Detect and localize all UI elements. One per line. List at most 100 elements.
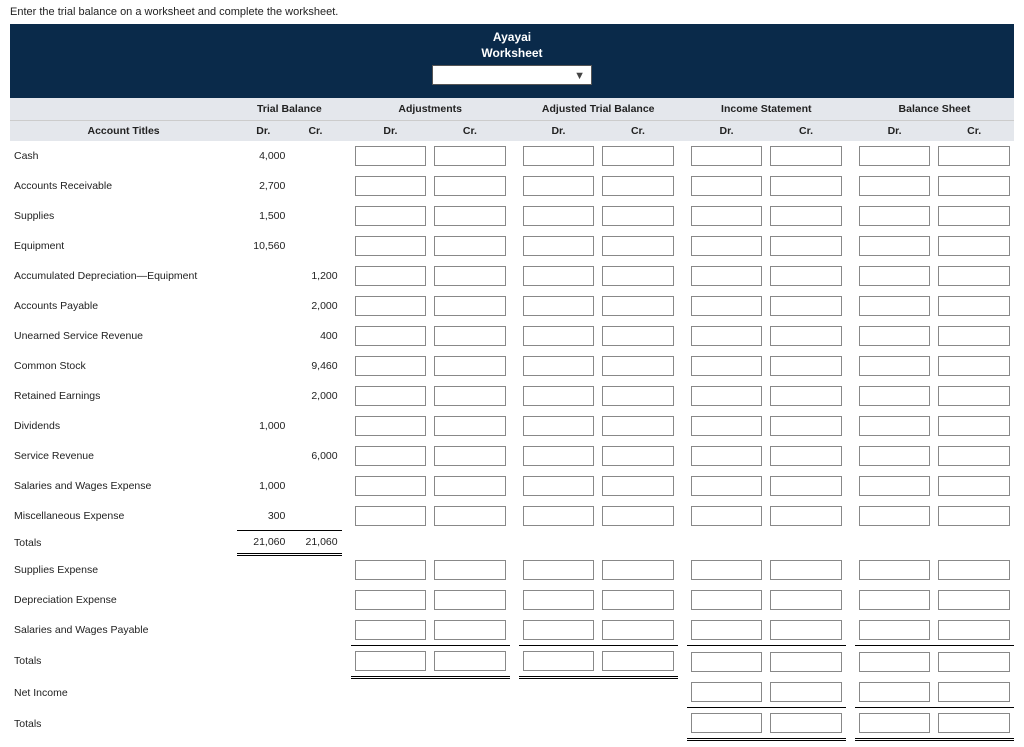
atb-cr-input[interactable] xyxy=(602,386,673,406)
atb-cr-input[interactable] xyxy=(602,356,673,376)
adj-cr-input[interactable] xyxy=(434,356,505,376)
atb-dr-input[interactable] xyxy=(523,386,594,406)
is-cr-input[interactable] xyxy=(770,206,842,226)
ni-bs-cr-input[interactable] xyxy=(938,682,1010,702)
is-cr-input[interactable] xyxy=(770,236,842,256)
bs-dr-input[interactable] xyxy=(859,266,930,286)
is-dr-input[interactable] xyxy=(691,416,762,436)
atb-dr-input[interactable] xyxy=(523,476,594,496)
totals2-adj-dr-input[interactable] xyxy=(355,651,426,671)
is-dr-input[interactable] xyxy=(691,176,762,196)
adj-cr-input[interactable] xyxy=(434,506,505,526)
totals2-is-cr-input[interactable] xyxy=(770,652,842,672)
atb-cr-input[interactable] xyxy=(602,590,673,610)
adj-cr-input[interactable] xyxy=(434,386,505,406)
is-dr-input[interactable] xyxy=(691,620,762,640)
is-dr-input[interactable] xyxy=(691,560,762,580)
is-dr-input[interactable] xyxy=(691,386,762,406)
is-cr-input[interactable] xyxy=(770,356,842,376)
bs-cr-input[interactable] xyxy=(938,476,1010,496)
bs-dr-input[interactable] xyxy=(859,296,930,316)
adj-cr-input[interactable] xyxy=(434,620,505,640)
bs-dr-input[interactable] xyxy=(859,146,930,166)
atb-dr-input[interactable] xyxy=(523,266,594,286)
ni-bs-dr-input[interactable] xyxy=(859,682,930,702)
adj-dr-input[interactable] xyxy=(355,560,426,580)
atb-dr-input[interactable] xyxy=(523,446,594,466)
bs-cr-input[interactable] xyxy=(938,416,1010,436)
adj-dr-input[interactable] xyxy=(355,386,426,406)
bs-dr-input[interactable] xyxy=(859,206,930,226)
atb-dr-input[interactable] xyxy=(523,206,594,226)
adj-cr-input[interactable] xyxy=(434,326,505,346)
atb-cr-input[interactable] xyxy=(602,620,673,640)
is-cr-input[interactable] xyxy=(770,620,842,640)
bs-cr-input[interactable] xyxy=(938,386,1010,406)
totals3-is-dr-input[interactable] xyxy=(691,713,762,733)
bs-cr-input[interactable] xyxy=(938,266,1010,286)
atb-cr-input[interactable] xyxy=(602,296,673,316)
adj-cr-input[interactable] xyxy=(434,446,505,466)
atb-cr-input[interactable] xyxy=(602,326,673,346)
is-dr-input[interactable] xyxy=(691,356,762,376)
totals3-is-cr-input[interactable] xyxy=(770,713,842,733)
adj-dr-input[interactable] xyxy=(355,620,426,640)
atb-cr-input[interactable] xyxy=(602,446,673,466)
is-dr-input[interactable] xyxy=(691,590,762,610)
adj-cr-input[interactable] xyxy=(434,476,505,496)
adj-dr-input[interactable] xyxy=(355,356,426,376)
totals3-bs-cr-input[interactable] xyxy=(938,713,1010,733)
is-cr-input[interactable] xyxy=(770,590,842,610)
is-dr-input[interactable] xyxy=(691,476,762,496)
is-dr-input[interactable] xyxy=(691,266,762,286)
adj-dr-input[interactable] xyxy=(355,296,426,316)
atb-dr-input[interactable] xyxy=(523,326,594,346)
adj-cr-input[interactable] xyxy=(434,590,505,610)
bs-cr-input[interactable] xyxy=(938,206,1010,226)
adj-dr-input[interactable] xyxy=(355,506,426,526)
bs-dr-input[interactable] xyxy=(859,356,930,376)
totals2-adj-cr-input[interactable] xyxy=(434,651,505,671)
bs-cr-input[interactable] xyxy=(938,590,1010,610)
atb-cr-input[interactable] xyxy=(602,506,673,526)
atb-cr-input[interactable] xyxy=(602,416,673,436)
totals2-is-dr-input[interactable] xyxy=(691,652,762,672)
is-cr-input[interactable] xyxy=(770,560,842,580)
is-dr-input[interactable] xyxy=(691,206,762,226)
is-cr-input[interactable] xyxy=(770,296,842,316)
atb-dr-input[interactable] xyxy=(523,236,594,256)
adj-cr-input[interactable] xyxy=(434,176,505,196)
adj-cr-input[interactable] xyxy=(434,560,505,580)
atb-dr-input[interactable] xyxy=(523,560,594,580)
atb-dr-input[interactable] xyxy=(523,176,594,196)
bs-cr-input[interactable] xyxy=(938,236,1010,256)
adj-dr-input[interactable] xyxy=(355,590,426,610)
bs-cr-input[interactable] xyxy=(938,146,1010,166)
totals2-bs-dr-input[interactable] xyxy=(859,652,930,672)
is-dr-input[interactable] xyxy=(691,506,762,526)
bs-dr-input[interactable] xyxy=(859,386,930,406)
totals3-bs-dr-input[interactable] xyxy=(859,713,930,733)
totals2-atb-dr-input[interactable] xyxy=(523,651,594,671)
is-dr-input[interactable] xyxy=(691,446,762,466)
bs-dr-input[interactable] xyxy=(859,506,930,526)
bs-dr-input[interactable] xyxy=(859,620,930,640)
bs-dr-input[interactable] xyxy=(859,446,930,466)
atb-cr-input[interactable] xyxy=(602,206,673,226)
is-dr-input[interactable] xyxy=(691,236,762,256)
bs-cr-input[interactable] xyxy=(938,356,1010,376)
atb-dr-input[interactable] xyxy=(523,506,594,526)
adj-dr-input[interactable] xyxy=(355,146,426,166)
adj-cr-input[interactable] xyxy=(434,236,505,256)
is-cr-input[interactable] xyxy=(770,266,842,286)
atb-dr-input[interactable] xyxy=(523,296,594,316)
period-dropdown[interactable]: ▼ xyxy=(432,65,592,85)
is-cr-input[interactable] xyxy=(770,476,842,496)
bs-cr-input[interactable] xyxy=(938,176,1010,196)
adj-dr-input[interactable] xyxy=(355,476,426,496)
bs-dr-input[interactable] xyxy=(859,416,930,436)
adj-cr-input[interactable] xyxy=(434,266,505,286)
adj-cr-input[interactable] xyxy=(434,146,505,166)
is-cr-input[interactable] xyxy=(770,176,842,196)
totals2-atb-cr-input[interactable] xyxy=(602,651,673,671)
